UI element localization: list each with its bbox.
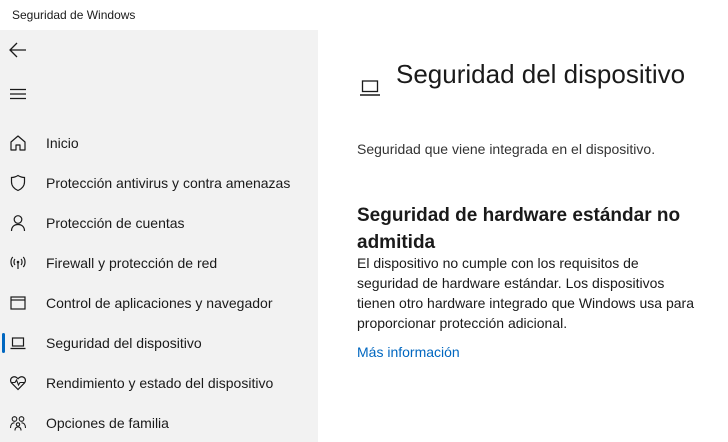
title-bar: Seguridad de Windows <box>0 0 728 30</box>
home-icon <box>8 133 28 153</box>
active-indicator <box>2 333 5 353</box>
main-content: Seguridad del dispositivo Seguridad que … <box>318 30 728 442</box>
laptop-icon <box>358 76 382 100</box>
sidebar-item-firewall[interactable]: Firewall y protección de red <box>0 243 318 283</box>
sidebar-item-label: Protección de cuentas <box>46 215 185 231</box>
sidebar-item-dispositivo[interactable]: Seguridad del dispositivo <box>0 323 318 363</box>
sidebar-item-label: Opciones de familia <box>46 415 169 431</box>
sidebar-item-label: Rendimiento y estado del dispositivo <box>46 375 274 391</box>
heart-pulse-icon <box>8 373 28 393</box>
shield-icon <box>8 173 28 193</box>
back-button[interactable] <box>6 38 30 62</box>
sidebar-item-label: Protección antivirus y contra amenazas <box>46 175 291 191</box>
sidebar-item-cuentas[interactable]: Protección de cuentas <box>0 203 318 243</box>
hamburger-icon <box>10 88 26 100</box>
page-title: Seguridad del dispositivo <box>396 59 686 89</box>
sidebar-item-label: Control de aplicaciones y navegador <box>46 295 273 311</box>
sidebar-item-aplicaciones[interactable]: Control de aplicaciones y navegador <box>0 283 318 323</box>
laptop-icon <box>8 333 28 353</box>
section-title: Seguridad de hardware estándar no admiti… <box>357 205 681 253</box>
sidebar: Inicio Protección antivirus y contra ame… <box>0 30 318 442</box>
window-title: Seguridad de Windows <box>12 8 136 22</box>
page-subtitle: Seguridad que viene integrada en el disp… <box>357 141 656 157</box>
app-browser-icon <box>8 293 28 313</box>
sidebar-item-inicio[interactable]: Inicio <box>0 123 318 163</box>
sidebar-item-label: Inicio <box>46 135 79 151</box>
person-icon <box>8 213 28 233</box>
sidebar-item-familia[interactable]: Opciones de familia <box>0 403 318 442</box>
sidebar-item-rendimiento[interactable]: Rendimiento y estado del dispositivo <box>0 363 318 403</box>
back-arrow-icon <box>9 42 27 58</box>
sidebar-item-label: Firewall y protección de red <box>46 255 218 271</box>
menu-button[interactable] <box>6 82 30 106</box>
sidebar-item-label: Seguridad del dispositivo <box>46 335 202 351</box>
family-icon <box>8 413 28 433</box>
section-description: El dispositivo no cumple con los requisi… <box>357 255 694 331</box>
more-info-link[interactable]: Más información <box>357 344 460 360</box>
sidebar-item-antivirus[interactable]: Protección antivirus y contra amenazas <box>0 163 318 203</box>
wireless-icon <box>8 253 28 273</box>
sidebar-nav: Inicio Protección antivirus y contra ame… <box>0 123 318 442</box>
